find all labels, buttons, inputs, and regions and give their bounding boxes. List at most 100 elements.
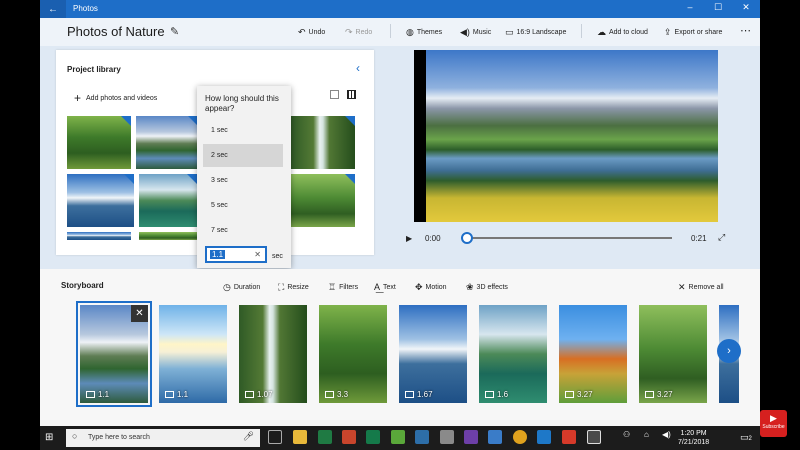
windows-start-icon[interactable]: ⊞ xyxy=(45,432,53,443)
camtasia-icon[interactable] xyxy=(391,430,405,444)
3d-effects-button[interactable]: ❀ 3D effects xyxy=(466,282,508,293)
back-button[interactable]: ← xyxy=(40,0,66,18)
duration-question: How long should this appear? xyxy=(205,94,279,113)
chrome-icon[interactable] xyxy=(513,430,527,444)
redo-button[interactable]: ↷ Redo xyxy=(345,27,372,38)
redo-icon: ↷ xyxy=(345,27,353,37)
rename-pencil-icon[interactable]: ✎ xyxy=(170,25,179,38)
duration-popup: How long should this appear? 1 sec 2 sec… xyxy=(197,86,291,268)
subscribe-watermark[interactable]: ▶ Subscribe xyxy=(760,410,787,437)
library-thumbnail[interactable] xyxy=(139,174,197,227)
seek-handle[interactable] xyxy=(461,232,473,244)
app-icon[interactable] xyxy=(488,430,502,444)
image-icon xyxy=(645,391,654,398)
collapse-chevron-icon[interactable]: ‹ xyxy=(356,61,360,75)
duration-option-1[interactable]: 1 sec xyxy=(203,119,283,142)
notification-center-icon[interactable]: ▭2 xyxy=(740,432,752,443)
taskbar-search-box[interactable]: ○ Type here to search 🎤︎ xyxy=(66,429,260,447)
file-explorer-icon[interactable] xyxy=(293,430,307,444)
microphone-icon[interactable]: 🎤︎ xyxy=(243,431,254,442)
app-name: Photos xyxy=(73,4,98,13)
library-thumbnail[interactable] xyxy=(67,174,134,227)
small-grid-view-icon[interactable] xyxy=(347,90,356,99)
library-thumbnail[interactable] xyxy=(139,232,197,240)
duration-option-7[interactable]: 7 sec xyxy=(203,219,283,242)
video-preview[interactable] xyxy=(414,50,718,222)
maximize-button[interactable]: ☐ xyxy=(708,2,728,13)
filters-button[interactable]: ♖ Filters xyxy=(328,282,358,293)
onenote-icon[interactable] xyxy=(464,430,478,444)
photos-app-window: ← Photos – ☐ ✕ Photos of Nature ✎ ↶ Undo … xyxy=(40,0,760,426)
palette-icon: ◍ xyxy=(406,27,414,37)
undo-button[interactable]: ↶ Undo xyxy=(298,27,325,38)
export-share-button[interactable]: ⇪ Export or share xyxy=(664,27,722,38)
duration-unit-label: sec xyxy=(272,253,283,260)
image-icon xyxy=(325,391,334,398)
remove-all-button[interactable]: ✕ Remove all xyxy=(678,282,724,293)
chevron-right-icon: › xyxy=(727,345,731,357)
library-thumbnail[interactable] xyxy=(291,116,355,169)
volume-icon[interactable]: ◀) xyxy=(662,430,676,444)
music-button[interactable]: ◀) Music xyxy=(460,27,491,38)
clock-icon: ◷ xyxy=(223,282,231,292)
task-view-icon[interactable] xyxy=(268,430,282,444)
duration-option-5[interactable]: 5 sec xyxy=(203,194,283,217)
people-icon[interactable]: ⚇ xyxy=(623,430,637,444)
clock-date: 7/21/2018 xyxy=(678,439,710,446)
large-grid-view-icon[interactable] xyxy=(330,90,339,99)
add-to-cloud-button[interactable]: ☁ Add to cloud xyxy=(597,27,648,38)
more-options-button[interactable]: ⋯ xyxy=(740,24,751,37)
taskbar-clock[interactable]: 1:20 PM 7/21/2018 xyxy=(678,429,709,447)
storyboard-card[interactable]: 3.27 xyxy=(559,305,627,403)
custom-duration-input[interactable]: 1.1 ✕ xyxy=(205,246,267,263)
excel-icon[interactable] xyxy=(318,430,332,444)
library-thumbnail[interactable] xyxy=(67,116,131,169)
aspect-ratio-icon: ▭ xyxy=(505,27,514,37)
network-icon[interactable]: ⌂ xyxy=(644,430,658,444)
storyboard-card[interactable]: 1.07 xyxy=(239,305,307,403)
storyboard-panel: Storyboard ◷ Duration ⛶ Resize ♖ Filters A͟… xyxy=(40,269,760,426)
steam-icon[interactable] xyxy=(415,430,429,444)
close-window-button[interactable]: ✕ xyxy=(736,2,756,13)
3d-effects-icon: ❀ xyxy=(466,282,474,292)
library-title: Project library xyxy=(67,65,121,74)
image-icon xyxy=(565,391,574,398)
remove-card-icon[interactable]: ✕ xyxy=(131,305,148,322)
aspect-ratio-button[interactable]: ▭ 16:9 Landscape xyxy=(505,27,566,38)
text-button[interactable]: A͟ Text xyxy=(374,282,396,292)
motion-button[interactable]: ✥ Motion xyxy=(415,282,447,293)
edge-icon[interactable] xyxy=(537,430,551,444)
fullscreen-icon[interactable]: ⤢ xyxy=(718,232,725,243)
library-thumbnail[interactable] xyxy=(136,116,198,169)
seek-bar[interactable] xyxy=(467,237,672,239)
scroll-right-button[interactable]: › xyxy=(717,339,741,363)
storyboard-card[interactable]: 1.6 xyxy=(479,305,547,403)
duration-option-2[interactable]: 2 sec xyxy=(203,144,283,167)
library-thumbnail[interactable] xyxy=(67,232,131,240)
duration-option-3[interactable]: 3 sec xyxy=(203,169,283,192)
add-photos-button[interactable]: + Add photos and videos xyxy=(74,91,157,105)
photos-taskbar-icon[interactable] xyxy=(587,430,601,444)
app-icon[interactable] xyxy=(562,430,576,444)
share-icon: ⇪ xyxy=(664,27,672,37)
project-title: Photos of Nature xyxy=(67,24,165,39)
themes-button[interactable]: ◍ Themes xyxy=(406,27,442,38)
powerpoint-icon[interactable] xyxy=(342,430,356,444)
library-thumbnail[interactable] xyxy=(291,174,355,227)
publisher-icon[interactable] xyxy=(366,430,380,444)
clock-time: 1:20 PM xyxy=(680,430,707,437)
storyboard-card[interactable]: 1.1 xyxy=(159,305,227,403)
storyboard-card[interactable]: 3.27 xyxy=(639,305,707,403)
resize-button[interactable]: ⛶ Resize xyxy=(278,282,309,293)
storyboard-card[interactable]: 1.67 xyxy=(399,305,467,403)
project-header: Photos of Nature ✎ ↶ Undo ↷ Redo ◍ Themes ◀… xyxy=(40,18,760,46)
undo-icon: ↶ xyxy=(298,27,306,37)
clear-input-icon[interactable]: ✕ xyxy=(254,250,261,259)
storyboard-card[interactable]: ✕ 1.1 xyxy=(76,301,152,407)
duration-button[interactable]: ◷ Duration xyxy=(223,282,260,293)
minimize-button[interactable]: – xyxy=(680,2,700,12)
storyboard-card[interactable]: 3.3 xyxy=(319,305,387,403)
app-icon[interactable] xyxy=(440,430,454,444)
preview-image xyxy=(426,50,718,222)
play-icon[interactable]: ▶ xyxy=(406,234,412,243)
